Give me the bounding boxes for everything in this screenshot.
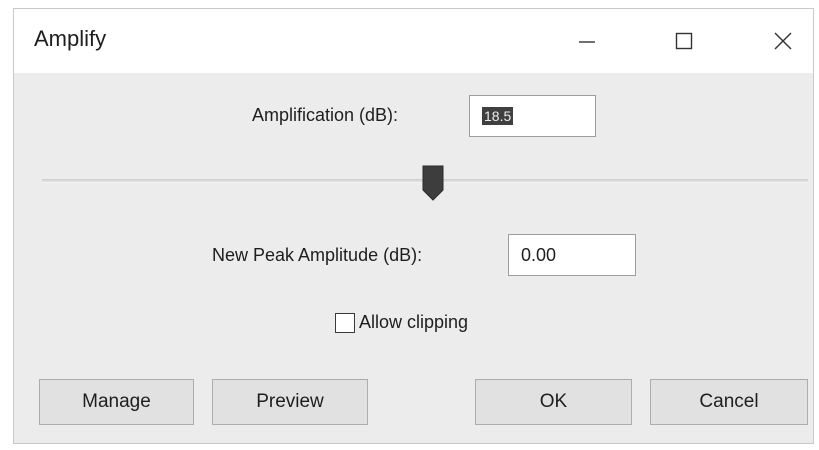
minimize-button[interactable] [564, 9, 610, 73]
allow-clipping-label[interactable]: Allow clipping [359, 312, 468, 333]
slider-thumb[interactable] [421, 164, 445, 207]
close-icon [774, 32, 792, 50]
maximize-icon [675, 32, 693, 50]
window-title: Amplify [34, 26, 107, 51]
amplify-dialog: Amplify Amplification (dB): 18.5 New Pea… [13, 8, 814, 444]
amplification-input[interactable]: 18.5 [469, 95, 596, 137]
title-bar: Amplify [14, 9, 813, 73]
manage-button[interactable]: Manage [39, 379, 194, 425]
amplification-label: Amplification (dB): [252, 105, 399, 125]
slider-thumb-icon [422, 165, 444, 201]
ok-button[interactable]: OK [475, 379, 632, 425]
new-peak-input[interactable]: 0.00 [508, 234, 636, 276]
close-button[interactable] [760, 9, 806, 73]
amplification-value: 18.5 [482, 107, 514, 125]
allow-clipping-checkbox[interactable] [335, 312, 355, 333]
preview-button[interactable]: Preview [212, 379, 368, 425]
amplification-slider[interactable] [42, 165, 808, 209]
cancel-button[interactable]: Cancel [650, 379, 808, 425]
new-peak-label: New Peak Amplitude (dB): [212, 245, 423, 265]
allow-clipping-option[interactable]: Allow clipping [335, 312, 468, 333]
minimize-icon [579, 41, 595, 43]
maximize-button[interactable] [661, 9, 707, 73]
